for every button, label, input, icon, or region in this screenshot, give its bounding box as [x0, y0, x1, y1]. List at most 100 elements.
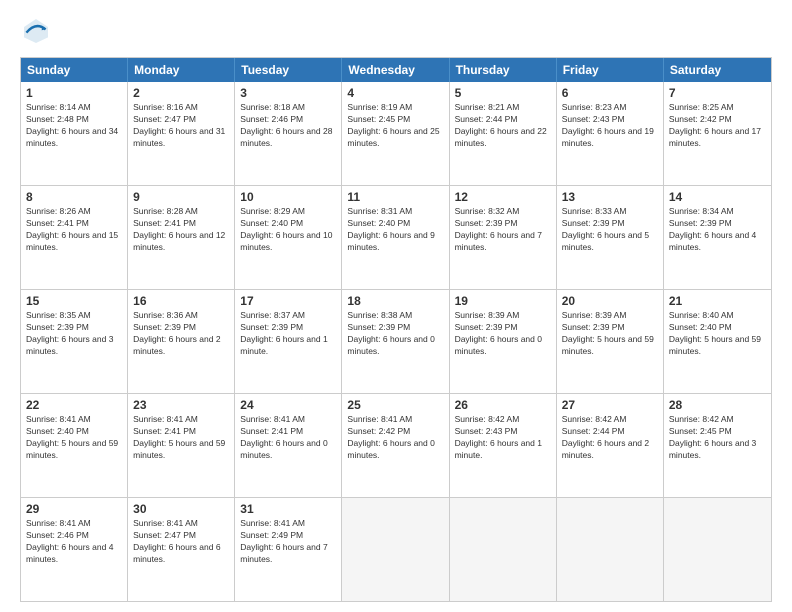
cell-info: Sunrise: 8:29 AM Sunset: 2:40 PM Dayligh…	[240, 206, 336, 254]
cell-info: Sunrise: 8:41 AM Sunset: 2:46 PM Dayligh…	[26, 518, 122, 566]
day-number: 25	[347, 398, 443, 412]
day-number: 28	[669, 398, 766, 412]
calendar-header: SundayMondayTuesdayWednesdayThursdayFrid…	[21, 58, 771, 82]
calendar-cell: 8 Sunrise: 8:26 AM Sunset: 2:41 PM Daylig…	[21, 186, 128, 289]
day-number: 13	[562, 190, 658, 204]
cell-info: Sunrise: 8:14 AM Sunset: 2:48 PM Dayligh…	[26, 102, 122, 150]
calendar-cell	[450, 498, 557, 601]
day-number: 8	[26, 190, 122, 204]
calendar-cell: 20 Sunrise: 8:39 AM Sunset: 2:39 PM Dayli…	[557, 290, 664, 393]
cell-info: Sunrise: 8:41 AM Sunset: 2:42 PM Dayligh…	[347, 414, 443, 462]
cell-info: Sunrise: 8:21 AM Sunset: 2:44 PM Dayligh…	[455, 102, 551, 150]
calendar-cell: 21 Sunrise: 8:40 AM Sunset: 2:40 PM Dayli…	[664, 290, 771, 393]
calendar-cell: 17 Sunrise: 8:37 AM Sunset: 2:39 PM Dayli…	[235, 290, 342, 393]
calendar-cell: 26 Sunrise: 8:42 AM Sunset: 2:43 PM Dayli…	[450, 394, 557, 497]
day-number: 27	[562, 398, 658, 412]
day-header-tuesday: Tuesday	[235, 58, 342, 82]
day-number: 29	[26, 502, 122, 516]
calendar-cell	[557, 498, 664, 601]
calendar-cell: 3 Sunrise: 8:18 AM Sunset: 2:46 PM Daylig…	[235, 82, 342, 185]
calendar-cell: 16 Sunrise: 8:36 AM Sunset: 2:39 PM Dayli…	[128, 290, 235, 393]
day-number: 4	[347, 86, 443, 100]
cell-info: Sunrise: 8:37 AM Sunset: 2:39 PM Dayligh…	[240, 310, 336, 358]
cell-info: Sunrise: 8:26 AM Sunset: 2:41 PM Dayligh…	[26, 206, 122, 254]
cell-info: Sunrise: 8:32 AM Sunset: 2:39 PM Dayligh…	[455, 206, 551, 254]
day-number: 2	[133, 86, 229, 100]
calendar-cell: 22Sunrise: 8:41 AM Sunset: 2:40 PM Dayli…	[21, 394, 128, 497]
cell-info: Sunrise: 8:41 AM Sunset: 2:40 PM Dayligh…	[26, 414, 122, 462]
calendar-cell: 11Sunrise: 8:31 AM Sunset: 2:40 PM Dayli…	[342, 186, 449, 289]
cell-info: Sunrise: 8:36 AM Sunset: 2:39 PM Dayligh…	[133, 310, 229, 358]
cell-info: Sunrise: 8:28 AM Sunset: 2:41 PM Dayligh…	[133, 206, 229, 254]
calendar-cell: 12 Sunrise: 8:32 AM Sunset: 2:39 PM Dayli…	[450, 186, 557, 289]
calendar-row: 15 Sunrise: 8:35 AM Sunset: 2:39 PM Dayli…	[21, 290, 771, 394]
calendar-cell: 15 Sunrise: 8:35 AM Sunset: 2:39 PM Dayli…	[21, 290, 128, 393]
calendar-cell: 27 Sunrise: 8:42 AM Sunset: 2:44 PM Dayli…	[557, 394, 664, 497]
calendar-cell: 24 Sunrise: 8:41 AM Sunset: 2:41 PM Dayli…	[235, 394, 342, 497]
day-number: 31	[240, 502, 336, 516]
calendar-cell: 14Sunrise: 8:34 AM Sunset: 2:39 PM Dayli…	[664, 186, 771, 289]
calendar-cell: 6 Sunrise: 8:23 AM Sunset: 2:43 PM Daylig…	[557, 82, 664, 185]
logo-icon	[20, 15, 52, 47]
cell-info: Sunrise: 8:41 AM Sunset: 2:47 PM Dayligh…	[133, 518, 229, 566]
cell-info: Sunrise: 8:38 AM Sunset: 2:39 PM Dayligh…	[347, 310, 443, 358]
cell-info: Sunrise: 8:41 AM Sunset: 2:49 PM Dayligh…	[240, 518, 336, 566]
calendar-row: 22Sunrise: 8:41 AM Sunset: 2:40 PM Dayli…	[21, 394, 771, 498]
day-number: 10	[240, 190, 336, 204]
day-header-friday: Friday	[557, 58, 664, 82]
cell-info: Sunrise: 8:31 AM Sunset: 2:40 PM Dayligh…	[347, 206, 443, 254]
cell-info: Sunrise: 8:35 AM Sunset: 2:39 PM Dayligh…	[26, 310, 122, 358]
cell-info: Sunrise: 8:39 AM Sunset: 2:39 PM Dayligh…	[455, 310, 551, 358]
cell-info: Sunrise: 8:25 AM Sunset: 2:42 PM Dayligh…	[669, 102, 766, 150]
cell-info: Sunrise: 8:42 AM Sunset: 2:43 PM Dayligh…	[455, 414, 551, 462]
calendar-cell	[342, 498, 449, 601]
day-header-thursday: Thursday	[450, 58, 557, 82]
logo	[20, 15, 58, 47]
cell-info: Sunrise: 8:41 AM Sunset: 2:41 PM Dayligh…	[240, 414, 336, 462]
calendar-row: 1Sunrise: 8:14 AM Sunset: 2:48 PM Daylig…	[21, 82, 771, 186]
calendar-cell: 10 Sunrise: 8:29 AM Sunset: 2:40 PM Dayli…	[235, 186, 342, 289]
day-number: 21	[669, 294, 766, 308]
cell-info: Sunrise: 8:39 AM Sunset: 2:39 PM Dayligh…	[562, 310, 658, 358]
day-number: 9	[133, 190, 229, 204]
calendar-cell: 5 Sunrise: 8:21 AM Sunset: 2:44 PM Daylig…	[450, 82, 557, 185]
calendar-body: 1Sunrise: 8:14 AM Sunset: 2:48 PM Daylig…	[21, 82, 771, 601]
day-number: 30	[133, 502, 229, 516]
day-number: 5	[455, 86, 551, 100]
day-number: 17	[240, 294, 336, 308]
cell-info: Sunrise: 8:41 AM Sunset: 2:41 PM Dayligh…	[133, 414, 229, 462]
calendar-cell: 25 Sunrise: 8:41 AM Sunset: 2:42 PM Dayli…	[342, 394, 449, 497]
page: SundayMondayTuesdayWednesdayThursdayFrid…	[0, 0, 792, 612]
calendar-cell: 1Sunrise: 8:14 AM Sunset: 2:48 PM Daylig…	[21, 82, 128, 185]
calendar: SundayMondayTuesdayWednesdayThursdayFrid…	[20, 57, 772, 602]
day-number: 20	[562, 294, 658, 308]
cell-info: Sunrise: 8:42 AM Sunset: 2:45 PM Dayligh…	[669, 414, 766, 462]
calendar-cell: 29 Sunrise: 8:41 AM Sunset: 2:46 PM Dayli…	[21, 498, 128, 601]
day-number: 12	[455, 190, 551, 204]
calendar-cell: 4Sunrise: 8:19 AM Sunset: 2:45 PM Daylig…	[342, 82, 449, 185]
cell-info: Sunrise: 8:18 AM Sunset: 2:46 PM Dayligh…	[240, 102, 336, 150]
day-number: 24	[240, 398, 336, 412]
calendar-cell: 19Sunrise: 8:39 AM Sunset: 2:39 PM Dayli…	[450, 290, 557, 393]
day-header-saturday: Saturday	[664, 58, 771, 82]
cell-info: Sunrise: 8:23 AM Sunset: 2:43 PM Dayligh…	[562, 102, 658, 150]
day-number: 23	[133, 398, 229, 412]
day-number: 26	[455, 398, 551, 412]
cell-info: Sunrise: 8:16 AM Sunset: 2:47 PM Dayligh…	[133, 102, 229, 150]
day-number: 15	[26, 294, 122, 308]
day-number: 6	[562, 86, 658, 100]
day-header-sunday: Sunday	[21, 58, 128, 82]
day-number: 16	[133, 294, 229, 308]
calendar-cell: 9 Sunrise: 8:28 AM Sunset: 2:41 PM Daylig…	[128, 186, 235, 289]
day-number: 3	[240, 86, 336, 100]
day-header-monday: Monday	[128, 58, 235, 82]
cell-info: Sunrise: 8:40 AM Sunset: 2:40 PM Dayligh…	[669, 310, 766, 358]
calendar-cell	[664, 498, 771, 601]
calendar-cell: 7Sunrise: 8:25 AM Sunset: 2:42 PM Daylig…	[664, 82, 771, 185]
cell-info: Sunrise: 8:33 AM Sunset: 2:39 PM Dayligh…	[562, 206, 658, 254]
calendar-cell: 30 Sunrise: 8:41 AM Sunset: 2:47 PM Dayli…	[128, 498, 235, 601]
calendar-cell: 18Sunrise: 8:38 AM Sunset: 2:39 PM Dayli…	[342, 290, 449, 393]
calendar-row: 8 Sunrise: 8:26 AM Sunset: 2:41 PM Daylig…	[21, 186, 771, 290]
header	[20, 15, 772, 47]
cell-info: Sunrise: 8:42 AM Sunset: 2:44 PM Dayligh…	[562, 414, 658, 462]
